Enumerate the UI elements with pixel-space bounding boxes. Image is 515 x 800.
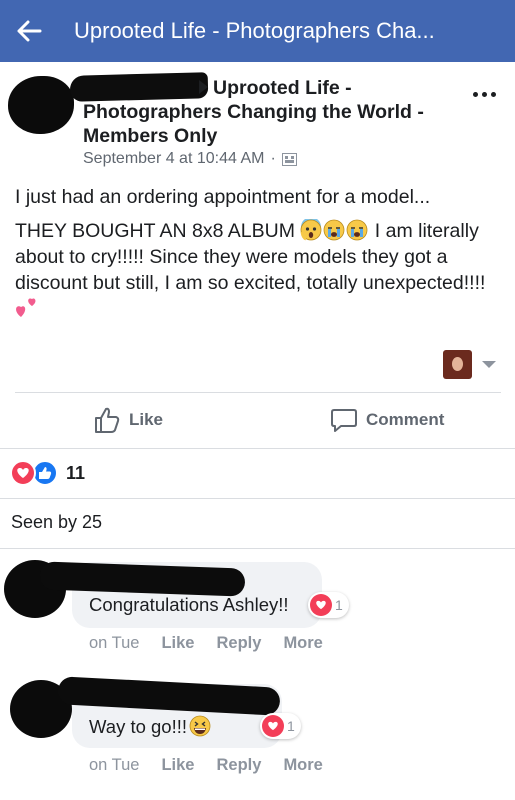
love-reaction-icon <box>10 460 36 486</box>
commenter-name-redacted[interactable] <box>39 561 246 597</box>
group-name-line-3[interactable]: Members Only <box>83 124 217 148</box>
back-button[interactable] <box>0 0 58 62</box>
crying-emoji-icon <box>346 219 368 241</box>
divider <box>0 548 515 549</box>
post-text-line-3: about to cry!!!!! Since they were models… <box>15 246 448 268</box>
comment-reaction-badge[interactable]: 1 <box>260 713 301 739</box>
comment-time[interactable]: on Tue <box>89 634 139 653</box>
comment-reply-link[interactable]: Reply <box>217 756 262 775</box>
separator-dot: · <box>270 150 276 167</box>
post-text-line-4: discount but still, I am so excited, tot… <box>15 272 486 294</box>
comment-more-link[interactable]: More <box>283 634 322 653</box>
comment-icon <box>331 409 357 432</box>
grinning-emoji-icon <box>189 715 211 737</box>
post-timestamp-row: September 4 at 10:44 AM · <box>83 150 297 168</box>
group-name-line-2[interactable]: Photographers Changing the World - <box>83 100 424 124</box>
comment-reaction-count: 1 <box>335 597 343 613</box>
scream-emoji-icon <box>300 219 322 241</box>
back-arrow-icon <box>17 20 42 42</box>
header-title: Uprooted Life - Photographers Cha... <box>74 18 435 43</box>
group-audience-icon <box>281 152 297 166</box>
like-button[interactable]: Like <box>93 403 163 437</box>
comment-meta: on Tue Like Reply More <box>89 756 323 775</box>
comment-reaction-badge[interactable]: 1 <box>308 592 349 618</box>
group-name-line-1[interactable]: Uprooted Life - <box>213 76 352 100</box>
love-reaction-icon <box>310 594 332 616</box>
divider <box>15 392 501 393</box>
comment-button[interactable]: Comment <box>330 403 444 437</box>
reactions-summary[interactable]: 11 <box>10 460 85 486</box>
divider <box>0 448 515 449</box>
comment-text: Congratulations Ashley!! <box>89 594 289 615</box>
author-avatar-redacted[interactable] <box>8 76 74 134</box>
top-app-bar: Uprooted Life - Photographers Cha... <box>0 0 515 62</box>
comment-text: Way to go!!! <box>89 715 212 738</box>
viewer-avatar[interactable] <box>443 350 472 379</box>
post-text-line-1: I just had an ordering appointment for a… <box>15 186 431 208</box>
thumbs-up-icon <box>95 407 120 433</box>
like-button-label: Like <box>129 410 164 429</box>
comment-meta: on Tue Like Reply More <box>89 634 323 653</box>
comment-time[interactable]: on Tue <box>89 756 139 775</box>
comment-like-link[interactable]: Like <box>161 756 194 775</box>
divider <box>0 498 515 499</box>
comment-button-label: Comment <box>366 410 445 429</box>
comment-more-link[interactable]: More <box>283 756 322 775</box>
post-options-icon[interactable] <box>466 82 502 106</box>
shared-to-arrow-icon <box>199 80 208 94</box>
comment-like-link[interactable]: Like <box>161 634 194 653</box>
comment-reaction-count: 1 <box>287 718 295 734</box>
post-text-line-2: THEY BOUGHT AN 8x8 ALBUM I am literally <box>15 218 507 244</box>
chevron-down-icon[interactable] <box>482 361 496 368</box>
post-timestamp[interactable]: September 4 at 10:44 AM <box>83 150 264 168</box>
post-body: I just had an ordering appointment for a… <box>15 184 507 296</box>
crying-emoji-icon <box>323 219 345 241</box>
love-reaction-icon <box>262 715 284 737</box>
reaction-count: 11 <box>66 462 86 483</box>
author-name-redacted[interactable] <box>69 72 209 102</box>
two-hearts-emoji-icon <box>16 298 36 317</box>
seen-by-count[interactable]: Seen by 25 <box>11 512 102 533</box>
comment-reply-link[interactable]: Reply <box>217 634 262 653</box>
